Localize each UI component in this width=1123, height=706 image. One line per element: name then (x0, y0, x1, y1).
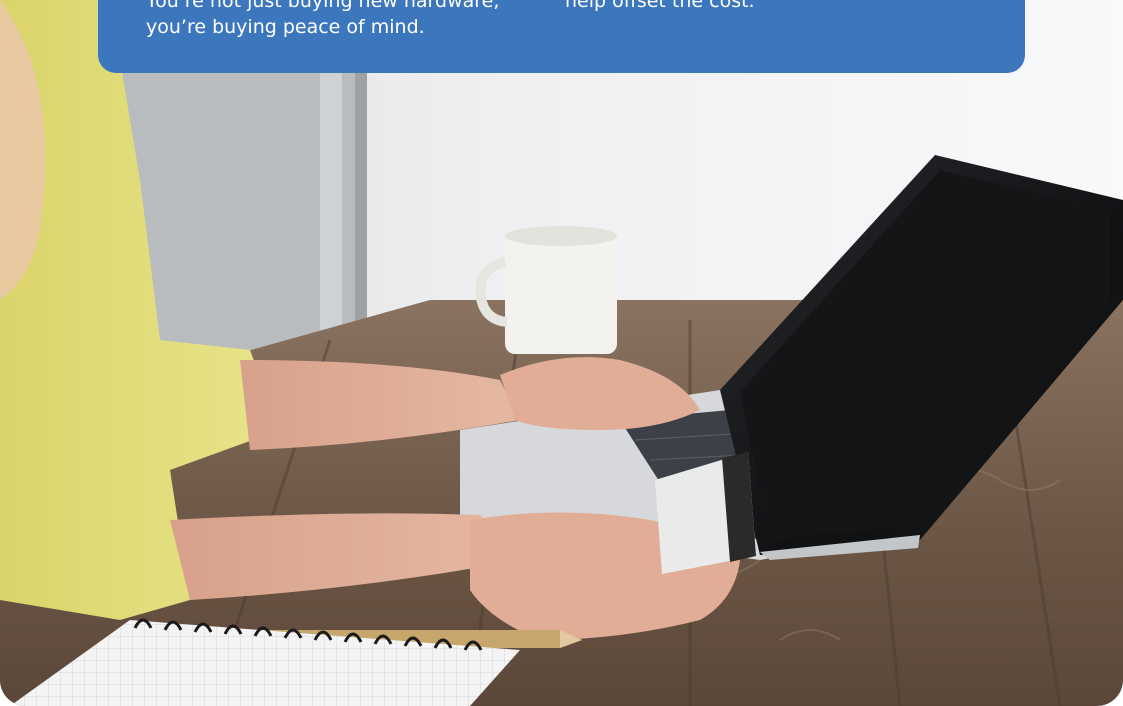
banner-left-text: You’re not just buying new hardware, you… (146, 0, 499, 40)
banner-right-text: help offset the cost. (565, 0, 755, 14)
photo-illustration (0, 0, 1123, 706)
banner-right-line-2: help offset the cost. (565, 0, 755, 12)
banner-left-line-1: You’re not just buying new hardware, (146, 0, 500, 12)
banner-left-line-2: you’re buying peace of mind. (146, 16, 425, 38)
hero-scene: You’re not just buying new hardware, you… (0, 0, 1123, 706)
info-banner: You’re not just buying new hardware, you… (98, 0, 1025, 73)
